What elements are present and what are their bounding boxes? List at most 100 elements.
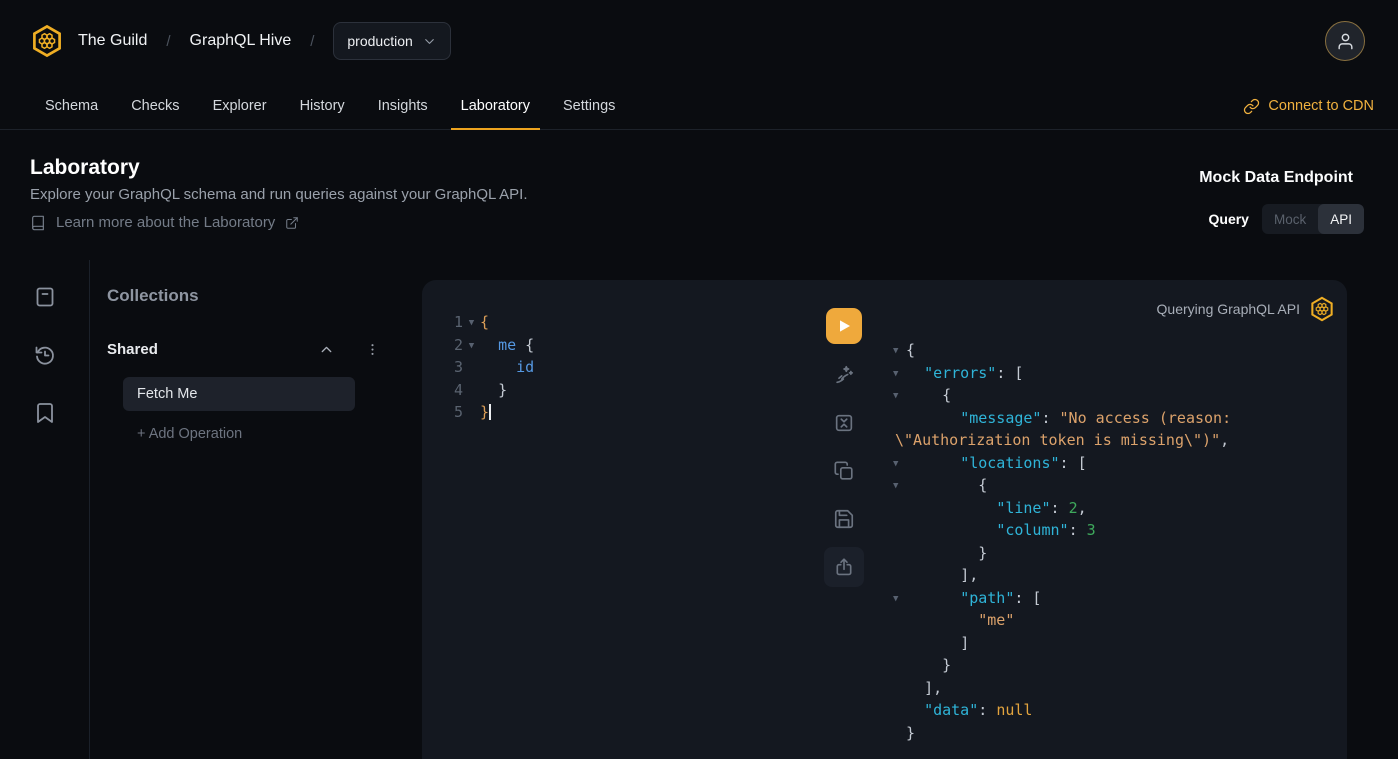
response-line: ], bbox=[893, 677, 1341, 700]
code-text: "path": [ bbox=[906, 589, 1041, 607]
fold-spacer bbox=[463, 389, 480, 391]
fold-spacer bbox=[893, 507, 906, 509]
response-header: Querying GraphQL API bbox=[1157, 296, 1335, 322]
learn-more-link[interactable]: Learn more about the Laboratory bbox=[30, 214, 299, 231]
share-icon bbox=[833, 556, 855, 578]
response-line: "me" bbox=[893, 609, 1341, 632]
code-text: "me" bbox=[906, 611, 1014, 629]
query-line: 5} bbox=[422, 401, 817, 424]
tab-history[interactable]: History bbox=[290, 82, 355, 130]
fold-arrow-icon[interactable]: ▼ bbox=[893, 479, 906, 491]
fold-arrow-icon[interactable]: ▼ bbox=[463, 339, 480, 351]
response-line: "line": 2, bbox=[893, 497, 1341, 520]
response-line: ▼ "errors": [ bbox=[893, 362, 1341, 385]
response-line: ], bbox=[893, 564, 1341, 587]
prettify-button[interactable] bbox=[824, 355, 864, 395]
tab-schema[interactable]: Schema bbox=[35, 82, 108, 130]
add-operation-button[interactable]: + Add Operation bbox=[137, 426, 242, 442]
fold-spacer bbox=[893, 552, 906, 554]
response-line: ▼ "locations": [ bbox=[893, 452, 1341, 475]
page-subtitle: Explore your GraphQL schema and run quer… bbox=[30, 186, 528, 203]
save-operation-button[interactable] bbox=[824, 499, 864, 539]
tab-laboratory[interactable]: Laboratory bbox=[451, 82, 540, 130]
execute-query-button[interactable] bbox=[826, 308, 862, 344]
code-text: "message": "No access (reason: bbox=[906, 409, 1231, 427]
fold-spacer bbox=[463, 366, 480, 368]
response-line: "message": "No access (reason: bbox=[893, 407, 1341, 430]
connect-to-cdn-link[interactable]: Connect to CDN bbox=[1243, 82, 1374, 130]
code-text: "locations": [ bbox=[906, 454, 1087, 472]
graphql-hive-laboratory-page: { "header": { "org": "The Guild", "separ… bbox=[0, 0, 1398, 759]
response-line: "column": 3 bbox=[893, 519, 1341, 542]
tab-settings[interactable]: Settings bbox=[553, 82, 625, 130]
response-line: \"Authorization token is missing\")", bbox=[893, 429, 1341, 452]
code-text: { bbox=[480, 313, 489, 331]
collections-icon[interactable] bbox=[33, 285, 57, 309]
response-viewer: Querying GraphQL API ▼{▼ "errors": [▼ { … bbox=[875, 280, 1347, 759]
text-cursor bbox=[489, 404, 491, 420]
tab-insights[interactable]: Insights bbox=[368, 82, 438, 130]
operation-item[interactable]: Fetch Me bbox=[123, 377, 355, 411]
book-icon bbox=[30, 215, 46, 231]
history-icon[interactable] bbox=[33, 343, 57, 367]
fold-spacer bbox=[893, 529, 906, 531]
response-line: ▼ "path": [ bbox=[893, 587, 1341, 610]
collections-heading: Collections bbox=[107, 286, 199, 306]
sidebar-rail bbox=[0, 260, 90, 759]
chevron-up-icon[interactable] bbox=[318, 341, 335, 358]
breadcrumb-org[interactable]: The Guild bbox=[78, 32, 147, 50]
fold-arrow-icon[interactable]: ▼ bbox=[893, 367, 906, 379]
query-line: 3 id bbox=[422, 356, 817, 379]
code-text: ], bbox=[906, 566, 978, 584]
tab-explorer[interactable]: Explorer bbox=[203, 82, 277, 130]
mode-toggle: MockAPI bbox=[1262, 204, 1364, 234]
query-editor[interactable]: 1▼{2▼ me {3 id4 }5} bbox=[422, 311, 817, 424]
code-text: \"Authorization token is missing\")", bbox=[895, 431, 1229, 449]
learn-more-label: Learn more about the Laboratory bbox=[56, 214, 275, 231]
response-endpoint-label: Querying GraphQL API bbox=[1157, 301, 1300, 317]
query-mode-label: Query bbox=[1209, 211, 1249, 227]
fold-arrow-icon[interactable]: ▼ bbox=[893, 344, 906, 356]
breadcrumb-project[interactable]: GraphQL Hive bbox=[190, 32, 292, 50]
tab-checks[interactable]: Checks bbox=[121, 82, 189, 130]
user-icon bbox=[1336, 32, 1355, 51]
code-text: } bbox=[906, 724, 915, 742]
fold-arrow-icon[interactable]: ▼ bbox=[893, 389, 906, 401]
fold-spacer bbox=[893, 619, 906, 621]
response-line: } bbox=[893, 542, 1341, 565]
collection-group-shared[interactable]: Shared bbox=[107, 338, 380, 360]
merge-fragments-button[interactable] bbox=[824, 403, 864, 443]
code-text: } bbox=[906, 544, 987, 562]
laboratory-main: Collections Shared Fetch Me + Add Operat… bbox=[0, 260, 1398, 759]
link-icon bbox=[1243, 98, 1260, 115]
breadcrumb: The Guild / GraphQL Hive / production bbox=[78, 0, 451, 82]
line-number: 2 bbox=[422, 336, 463, 354]
group-menu-dots-icon[interactable] bbox=[365, 342, 380, 357]
fold-spacer bbox=[893, 417, 906, 419]
target-selector-value: production bbox=[347, 33, 412, 49]
mode-option-mock[interactable]: Mock bbox=[1262, 204, 1318, 234]
fold-arrow-icon[interactable]: ▼ bbox=[893, 592, 906, 604]
response-line: ] bbox=[893, 632, 1341, 655]
copy-query-button[interactable] bbox=[824, 451, 864, 491]
response-line: "data": null bbox=[893, 699, 1341, 722]
share-operation-button[interactable] bbox=[824, 547, 864, 587]
fold-spacer bbox=[893, 732, 906, 734]
target-selector-button[interactable]: production bbox=[333, 22, 450, 60]
breadcrumb-separator: / bbox=[310, 33, 314, 50]
play-icon bbox=[836, 318, 852, 334]
response-line: ▼{ bbox=[893, 339, 1341, 362]
code-text: "column": 3 bbox=[906, 521, 1096, 539]
mode-option-api[interactable]: API bbox=[1318, 204, 1364, 234]
code-text: id bbox=[480, 358, 534, 376]
query-line: 1▼{ bbox=[422, 311, 817, 334]
user-avatar-button[interactable] bbox=[1325, 21, 1365, 61]
editor-toolbar bbox=[824, 308, 864, 587]
code-text: } bbox=[480, 403, 491, 421]
line-number: 4 bbox=[422, 381, 463, 399]
fold-arrow-icon[interactable]: ▼ bbox=[893, 457, 906, 469]
bookmark-icon[interactable] bbox=[33, 401, 57, 425]
response-json[interactable]: ▼{▼ "errors": [▼ { "message": "No access… bbox=[893, 339, 1341, 744]
mock-endpoint-title: Mock Data Endpoint bbox=[1199, 169, 1353, 187]
fold-arrow-icon[interactable]: ▼ bbox=[463, 316, 480, 328]
